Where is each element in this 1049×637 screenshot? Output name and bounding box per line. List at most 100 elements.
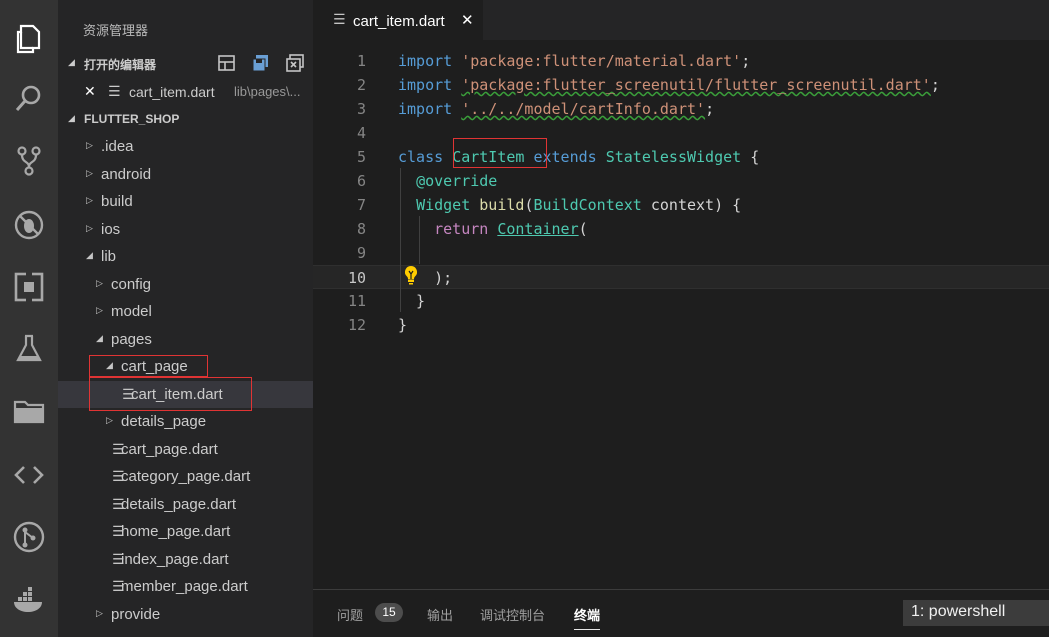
terminal-select[interactable]: 1: powershell (903, 600, 1049, 626)
code-text: } (398, 316, 407, 334)
tree-file[interactable]: ☰ home_page.dart (58, 518, 313, 545)
line-number: 10 (347, 269, 366, 287)
tree-folder[interactable]: ▷ build (58, 188, 313, 215)
tree-file[interactable]: ☰ index_page.dart (58, 546, 313, 573)
code-editor[interactable]: ☰ cart_item.dart ✕ 1 import 'package:flut… (313, 0, 1049, 589)
docker-icon[interactable] (0, 576, 58, 626)
open-editor-name: cart_item.dart (129, 84, 215, 100)
highlight-box (453, 138, 547, 168)
code-line[interactable]: 6 @override (313, 169, 1049, 193)
lightbulb-icon[interactable] (403, 265, 419, 285)
code-icon[interactable] (0, 450, 58, 500)
code-token: Widget (416, 196, 471, 214)
close-all-icon[interactable] (285, 54, 305, 72)
tree-folder[interactable]: ▷ .idea (58, 133, 313, 160)
tree-folder[interactable]: ◢ pages (58, 326, 313, 353)
tree-folder[interactable]: ◢ lib (58, 243, 313, 270)
code-line[interactable]: 8 return Container( (313, 217, 1049, 241)
close-tab-icon[interactable]: ✕ (461, 11, 474, 29)
tree-folder[interactable]: ▷ config (58, 271, 313, 298)
tab-label: cart_item.dart (353, 13, 445, 30)
code-line[interactable]: 10 ); (313, 265, 1049, 289)
code-token: @override (416, 172, 498, 190)
collapsed-arrow-icon: ▷ (106, 415, 113, 425)
tab-problems[interactable]: 问题 (337, 605, 363, 624)
line-number: 5 (356, 148, 366, 166)
project-header[interactable]: ◢ FLUTTER_SHOP (58, 106, 313, 132)
code-token: { (741, 148, 760, 166)
line-number: 6 (356, 172, 366, 190)
open-editors-label: 打开的编辑器 (84, 58, 157, 72)
tree-item-label: category_page.dart (121, 468, 251, 485)
tree-item-label: home_page.dart (121, 523, 231, 540)
tree-folder[interactable]: ▷ android (58, 161, 313, 188)
tree-item-label: pages (111, 330, 152, 348)
code-text: import '../../model/cartInfo.dart'; (398, 100, 714, 118)
tree-item-label: build (101, 193, 133, 210)
source-control-icon[interactable] (0, 136, 58, 186)
code-token: '../../model/cartInfo.dart' (461, 100, 706, 118)
debug-icon[interactable] (0, 200, 58, 250)
tab-output[interactable]: 输出 (427, 605, 453, 624)
folder-icon[interactable] (0, 386, 58, 436)
tree-folder[interactable]: ▷ model (58, 298, 313, 325)
tree-folder[interactable]: ▷ ios (58, 216, 313, 243)
tree-file[interactable]: ☰ member_page.dart (58, 573, 313, 600)
code-line[interactable]: 12} (313, 313, 1049, 337)
code-line[interactable]: 4 (313, 121, 1049, 145)
tree-folder[interactable]: ▷ provide (58, 601, 313, 628)
tab-debug-console[interactable]: 调试控制台 (480, 605, 545, 624)
line-number: 4 (356, 124, 366, 142)
code-text: return Container( (398, 220, 588, 238)
code-token: import (398, 76, 453, 94)
git-graph-icon[interactable] (0, 512, 58, 562)
save-all-icon[interactable] (251, 54, 271, 72)
indent-guide (419, 216, 420, 264)
problems-count-badge: 15 (375, 603, 403, 622)
close-editor-icon[interactable]: ✕ (84, 83, 96, 100)
explorer-icon[interactable] (0, 14, 58, 64)
code-token: ; (930, 76, 940, 94)
file-icon: ☰ (108, 83, 121, 99)
tree-item-label: lib (101, 248, 117, 265)
code-line[interactable]: 5 class CartItem extends StatelessWidget … (313, 145, 1049, 169)
open-editor-item[interactable]: ✕ ☰ cart_item.dart lib\pages\... (58, 79, 313, 105)
code-token: import (398, 52, 453, 70)
tree-file[interactable]: ☰ cart_page.dart (58, 436, 313, 463)
code-token: class (398, 148, 444, 166)
code-line[interactable]: 2 import 'package:flutter_screenutil/flut… (313, 73, 1049, 97)
code-text: Widget build(BuildContext context) { (398, 196, 741, 214)
tree-file[interactable]: ☰ details_page.dart (58, 491, 313, 518)
code-line[interactable]: 1 import 'package:flutter/material.dart'; (313, 49, 1049, 73)
tree-item-label: config (111, 275, 152, 293)
highlight-box (89, 377, 252, 411)
code-line[interactable]: 9 (313, 241, 1049, 265)
line-number: 11 (347, 292, 366, 310)
extensions-icon[interactable] (0, 262, 58, 312)
tree-item-label: details_page (121, 413, 207, 430)
tree-file[interactable]: ☰ category_page.dart (58, 463, 313, 490)
tree-item-label: ios (101, 220, 121, 238)
open-editors-header[interactable]: ◢ 打开的编辑器 (58, 50, 313, 76)
open-editor-path: lib\pages\... (234, 84, 301, 99)
collapse-triangle-icon: ◢ (68, 57, 75, 67)
code-line[interactable]: 3 import '../../model/cartInfo.dart'; (313, 97, 1049, 121)
collapsed-arrow-icon: ▷ (86, 195, 93, 205)
search-icon[interactable] (0, 74, 58, 124)
line-number: 8 (356, 220, 366, 238)
activity-bar (0, 0, 58, 637)
file-icon: ☰ (333, 11, 346, 27)
tree-item-label: model (111, 303, 152, 320)
code-token: BuildContext (533, 196, 642, 214)
tree-folder[interactable]: ▷ details_page (58, 408, 313, 435)
code-line[interactable]: 7 Widget build(BuildContext context) { (313, 193, 1049, 217)
test-icon[interactable] (0, 324, 58, 374)
editor-tab[interactable]: ☰ cart_item.dart ✕ (313, 0, 483, 40)
tab-terminal[interactable]: 终端 (574, 605, 601, 630)
code-line[interactable]: 11 } (313, 289, 1049, 313)
new-untitled-file-icon[interactable] (217, 54, 237, 72)
